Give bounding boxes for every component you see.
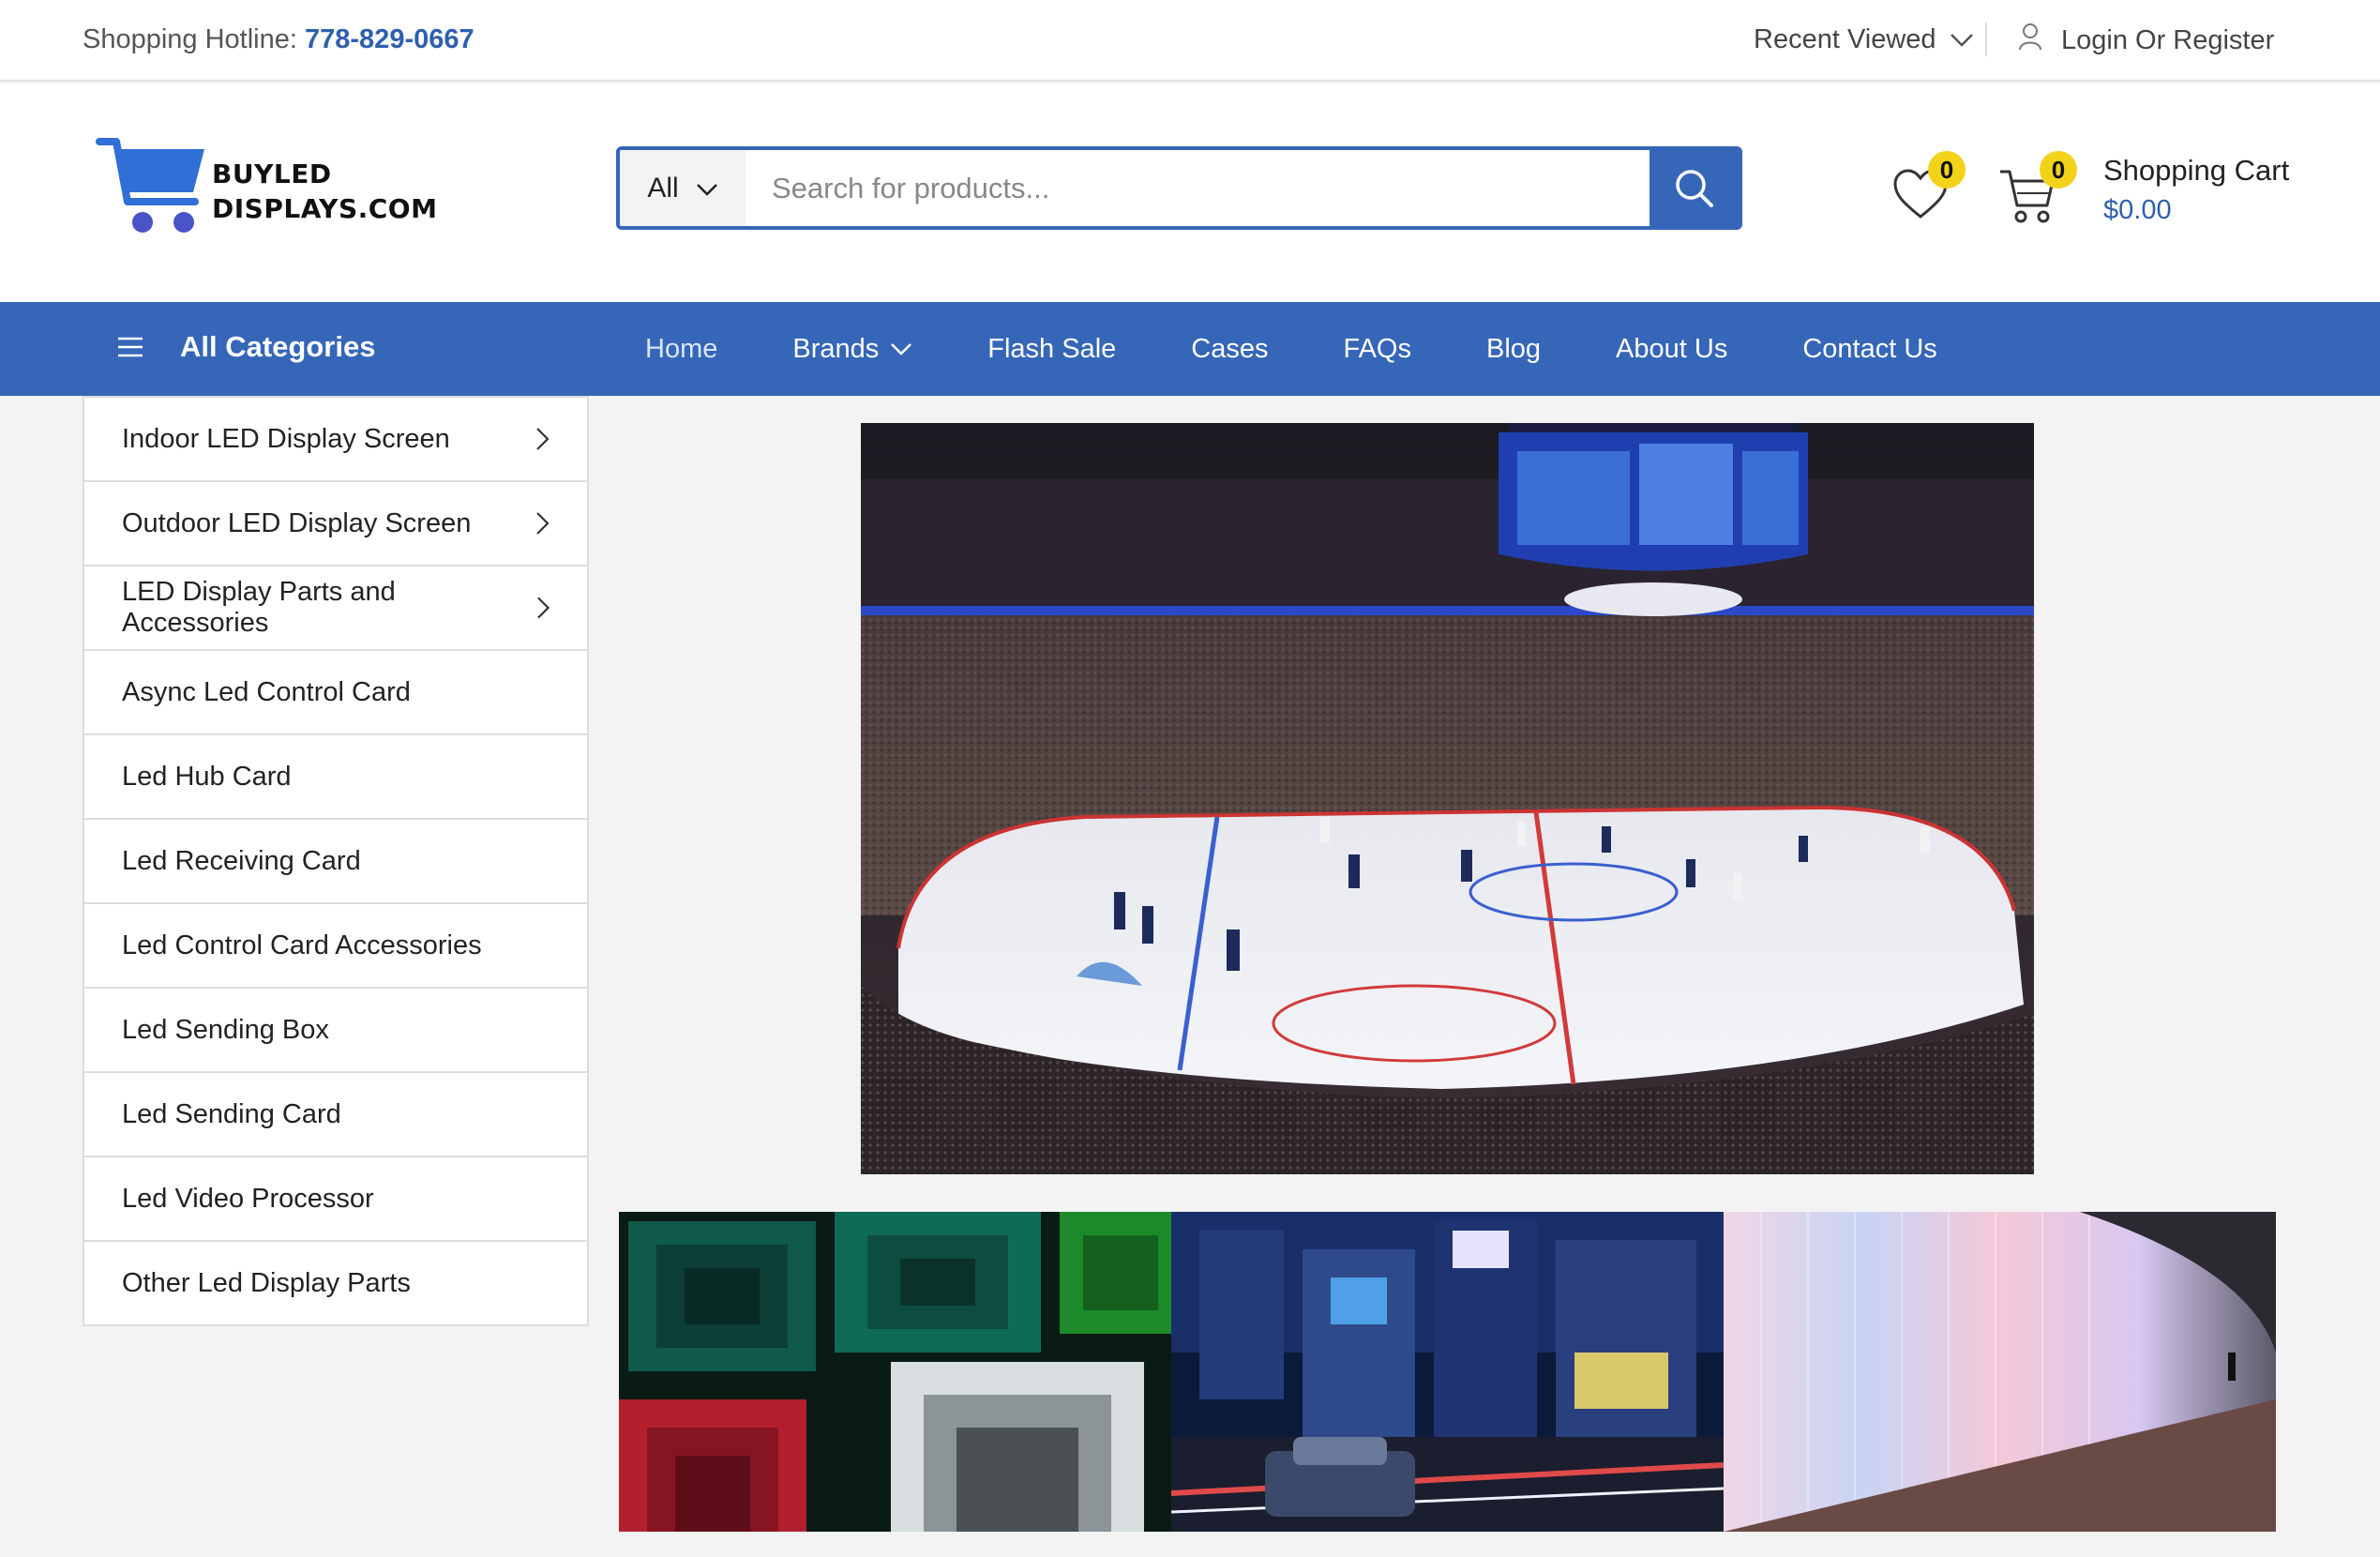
nav-menu: Home Brands Flash Sale Cases FAQs Blog A… [645, 302, 2012, 396]
promo-tile-infinity-floor[interactable] [619, 1212, 1171, 1532]
sidebar-item-sending-card[interactable]: Led Sending Card [84, 1071, 587, 1156]
chevron-right-icon [536, 428, 550, 450]
user-icon [2018, 23, 2042, 58]
sidebar-item-label: Other Led Display Parts [122, 1267, 411, 1298]
sidebar-item-video-processor[interactable]: Led Video Processor [84, 1156, 587, 1240]
search-icon [1675, 169, 1713, 207]
cart-total: $0.00 [2103, 195, 2172, 225]
login-label: Login Or Register [2061, 24, 2275, 55]
nav-item-brands[interactable]: Brands [792, 334, 912, 365]
shopping-hotline: Shopping Hotline: 778-829-0667 [83, 24, 474, 55]
cart-count-badge: 0 [2040, 151, 2077, 189]
search-input[interactable] [746, 150, 1649, 226]
logo-line-1: BUYLED [212, 159, 332, 189]
sidebar-item-label: Led Receiving Card [122, 845, 361, 876]
sidebar-item-sending-box[interactable]: Led Sending Box [84, 987, 587, 1071]
nav-item-home[interactable]: Home [645, 334, 717, 365]
nav-item-label: FAQs [1343, 333, 1411, 364]
cart-button[interactable]: 0 [1998, 151, 2077, 234]
wishlist-count-badge: 0 [1928, 151, 1966, 189]
sidebar-item-label: Indoor LED Display Screen [122, 423, 450, 454]
sidebar-item-indoor-led[interactable]: Indoor LED Display Screen [84, 396, 587, 480]
nav-item-label: Home [645, 333, 718, 364]
promo-tile-led-tunnel[interactable] [1724, 1212, 2276, 1532]
shopping-cart-title[interactable]: Shopping Cart [2103, 154, 2289, 188]
chevron-down-icon [891, 342, 912, 355]
sidebar-item-label: Led Sending Box [122, 1014, 329, 1045]
nav-item-contact-us[interactable]: Contact Us [1802, 334, 1936, 365]
sidebar-item-control-card-accessories[interactable]: Led Control Card Accessories [84, 902, 587, 987]
hotline-number[interactable]: 778-829-0667 [305, 24, 474, 54]
logo-line-2: DISPLAYS.COM [212, 193, 438, 224]
sidebar-item-async-control-card[interactable]: Async Led Control Card [84, 649, 587, 733]
nav-item-label: Flash Sale [987, 333, 1117, 364]
infinity-led-floor-image [619, 1212, 1171, 1532]
nav-item-cases[interactable]: Cases [1191, 334, 1268, 365]
site-header: BUYLED DISPLAYS.COM All 0 [0, 83, 2380, 302]
search-button[interactable] [1649, 150, 1739, 226]
nav-item-about-us[interactable]: About Us [1616, 334, 1727, 365]
chevron-right-icon [536, 597, 550, 619]
sidebar-item-label: Led Sending Card [122, 1098, 341, 1129]
login-register-link[interactable]: Login Or Register [2018, 23, 2274, 58]
main-navigation: All Categories Home Brands Flash Sale Ca… [0, 302, 2380, 396]
chevron-down-icon [1950, 24, 1974, 55]
wishlist-button[interactable]: 0 [1892, 151, 1967, 232]
sidebar-item-label: Led Video Processor [122, 1183, 374, 1214]
chevron-down-icon [696, 173, 718, 204]
nav-item-label: Contact Us [1802, 333, 1937, 364]
search-bar: All [616, 146, 1742, 230]
nav-item-label: About Us [1616, 333, 1728, 364]
hotline-label: Shopping Hotline: [83, 24, 297, 54]
sidebar-item-label: Led Hub Card [122, 761, 292, 792]
logo-text: BUYLED DISPLAYS.COM [212, 157, 437, 226]
all-categories-toggle[interactable]: All Categories [116, 330, 375, 364]
sidebar-item-outdoor-led[interactable]: Outdoor LED Display Screen [84, 480, 587, 565]
cart-logo-icon [96, 138, 204, 233]
led-tunnel-image [1724, 1212, 2276, 1532]
nav-item-faqs[interactable]: FAQs [1343, 334, 1411, 365]
sidebar-item-label: Led Control Card Accessories [122, 930, 482, 960]
site-logo[interactable]: BUYLED DISPLAYS.COM [96, 136, 437, 249]
menu-icon [118, 337, 143, 357]
city-led-billboards-image [1171, 1212, 1724, 1532]
sidebar-item-label: Async Led Control Card [122, 676, 411, 707]
nav-item-label: Blog [1485, 333, 1542, 364]
sidebar-item-parts-accessories[interactable]: LED Display Parts and Accessories [84, 565, 587, 649]
promo-tiles [619, 1212, 2277, 1532]
nav-item-label: Cases [1191, 333, 1269, 364]
category-sidebar: Indoor LED Display Screen Outdoor LED Di… [83, 396, 589, 1326]
divider [1985, 23, 1987, 56]
search-category-select[interactable]: All [620, 150, 746, 226]
chevron-right-icon [536, 512, 550, 535]
hockey-arena-image [861, 423, 2034, 1174]
nav-item-label: Brands [792, 333, 880, 364]
sidebar-item-other-parts[interactable]: Other Led Display Parts [84, 1240, 587, 1324]
search-category-value: All [647, 172, 679, 204]
all-categories-label: All Categories [180, 330, 376, 363]
promo-tile-city-screens[interactable] [1171, 1212, 1724, 1532]
sidebar-item-label: LED Display Parts and Accessories [122, 577, 396, 638]
hero-banner[interactable] [861, 423, 2034, 1174]
nav-item-blog[interactable]: Blog [1486, 334, 1541, 365]
nav-item-flash-sale[interactable]: Flash Sale [987, 334, 1116, 365]
recent-viewed-label: Recent Viewed [1754, 24, 1936, 54]
top-bar: Shopping Hotline: 778-829-0667 Recent Vi… [0, 0, 2380, 82]
recent-viewed-dropdown[interactable]: Recent Viewed [1754, 24, 1974, 55]
sidebar-item-receiving-card[interactable]: Led Receiving Card [84, 818, 587, 902]
sidebar-item-hub-card[interactable]: Led Hub Card [84, 733, 587, 818]
sidebar-item-label: Outdoor LED Display Screen [122, 507, 472, 538]
